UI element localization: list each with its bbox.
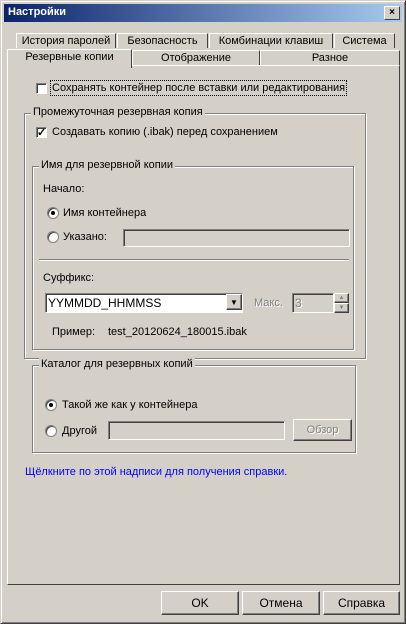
keep-container-checkbox[interactable]	[36, 83, 47, 94]
other-dir-input[interactable]	[108, 421, 285, 440]
window-title: Настройки	[8, 6, 67, 18]
tab-backups[interactable]: Резервные копии	[7, 49, 132, 68]
suffix-label: Суффикс:	[43, 272, 95, 284]
help-button[interactable]: Справка	[323, 591, 400, 615]
example-value: test_20120624_180015.ibak	[108, 326, 247, 338]
create-copy-label[interactable]: Создавать копию (.ibak) перед сохранение…	[52, 126, 278, 138]
radio-same-as-container-label[interactable]: Такой же как у контейнера	[62, 399, 197, 411]
example-label: Пример:	[52, 326, 96, 338]
start-label: Начало:	[43, 183, 85, 195]
tab-security[interactable]: Безопасность	[117, 33, 208, 48]
browse-button[interactable]: Обзор	[293, 419, 352, 441]
max-count-input[interactable]: 3	[292, 293, 334, 313]
max-label: Макс.	[254, 297, 283, 309]
suffix-value: YYMMDD_HHMMSS	[48, 296, 162, 310]
radio-other-dir-label[interactable]: Другой	[62, 425, 97, 437]
ok-button[interactable]: OK	[161, 591, 239, 615]
tab-hotkeys[interactable]: Комбинации клавиш	[209, 33, 333, 48]
title-bar[interactable]: Настройки ×	[4, 4, 402, 22]
radio-container-name-label[interactable]: Имя контейнера	[63, 207, 146, 219]
tab-password-history[interactable]: История паролей	[16, 33, 116, 48]
intermediate-backup-legend: Промежуточная резервная копия	[31, 106, 205, 118]
tab-display[interactable]: Отображение	[132, 50, 260, 65]
backup-catalog-legend: Каталог для резервных копий	[39, 358, 195, 370]
radio-specified-label[interactable]: Указано:	[63, 231, 107, 243]
specified-name-input[interactable]	[123, 229, 350, 247]
radio-other-dir[interactable]	[45, 425, 57, 437]
chevron-down-icon[interactable]: ▼	[226, 294, 242, 310]
divider	[39, 259, 349, 261]
suffix-select[interactable]: YYMMDD_HHMMSS ▼	[45, 293, 243, 313]
spin-down-icon[interactable]: ▼	[334, 303, 349, 313]
radio-same-as-container[interactable]	[45, 399, 57, 411]
spin-up-icon[interactable]: ▲	[334, 293, 349, 303]
settings-window: Настройки × История паролей Безопасность…	[0, 0, 406, 624]
radio-selected-dot	[51, 211, 55, 215]
tab-misc[interactable]: Разное	[260, 50, 400, 65]
max-count-value: 3	[295, 296, 302, 310]
backup-name-legend: Имя для резервной копии	[39, 159, 176, 171]
tab-system[interactable]: Система	[334, 33, 395, 48]
radio-specified[interactable]	[47, 231, 59, 243]
create-copy-checkbox[interactable]: ✓	[36, 127, 47, 139]
help-link[interactable]: Щёлкните по этой надписи для получения с…	[25, 466, 287, 478]
cancel-button[interactable]: Отмена	[242, 591, 320, 615]
close-icon[interactable]: ×	[384, 6, 400, 20]
radio-container-name[interactable]	[47, 207, 59, 219]
radio-selected-dot	[49, 403, 53, 407]
keep-container-label[interactable]: Сохранять контейнер после вставки или ре…	[49, 80, 348, 96]
